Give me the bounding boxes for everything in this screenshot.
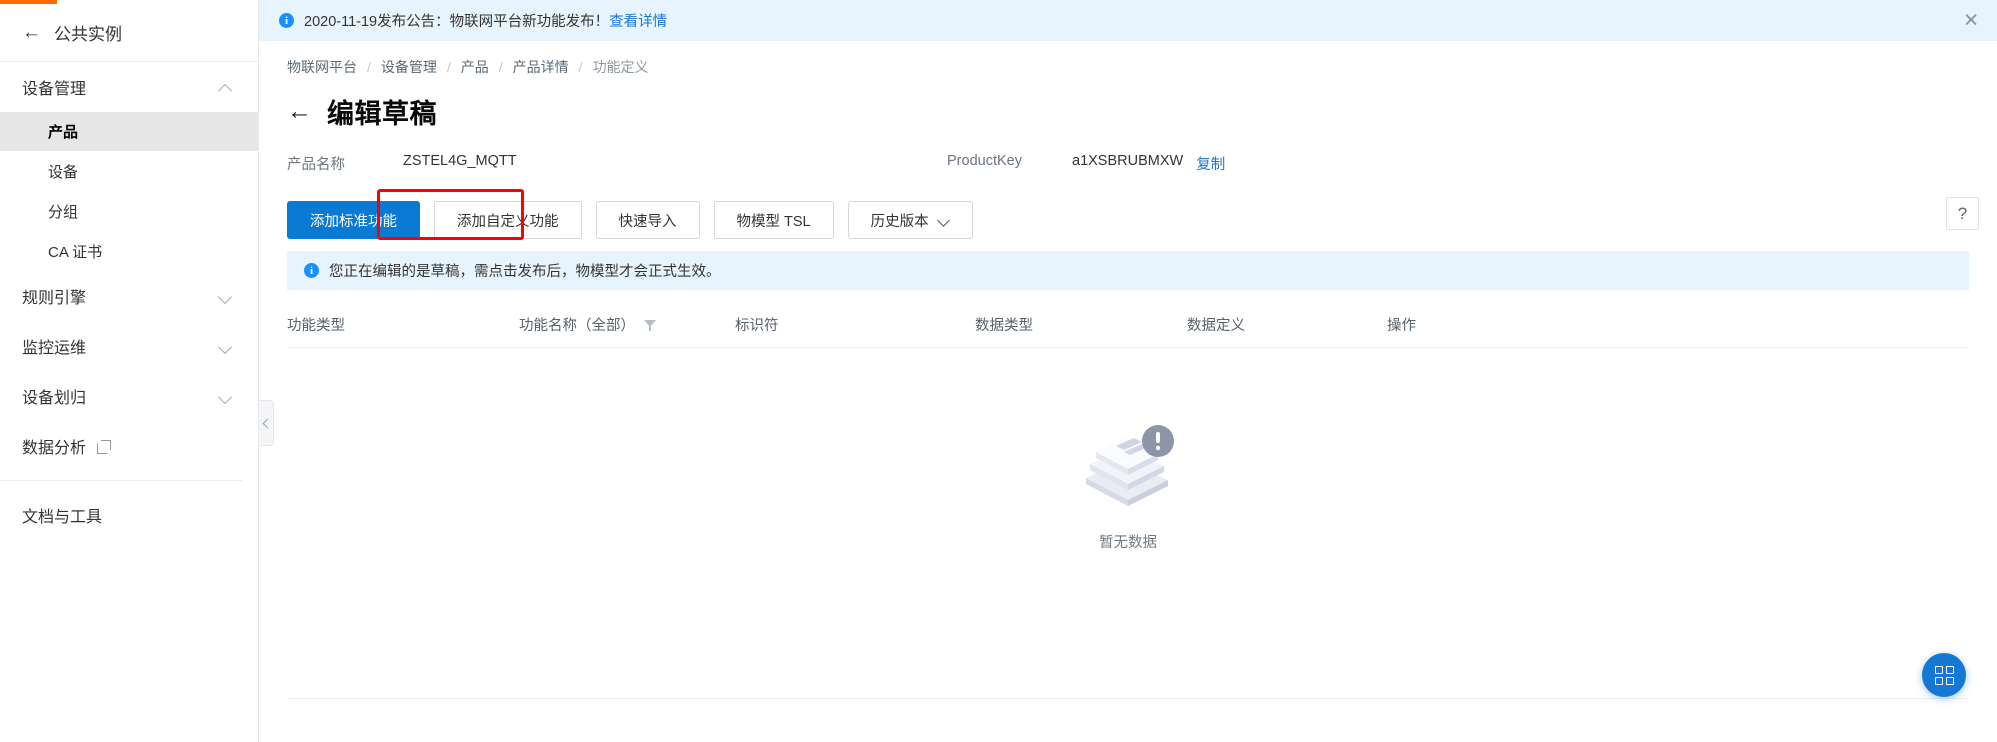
page-title: 编辑草稿: [327, 98, 437, 129]
close-icon[interactable]: ✕: [1963, 11, 1979, 30]
filter-icon[interactable]: [644, 319, 656, 331]
brand-accent-bar: [0, 0, 57, 4]
sidebar-group-rules-engine[interactable]: 规则引擎: [0, 271, 258, 321]
column-header-identifier: 标识符: [735, 318, 779, 334]
column-header-function-name-label: 功能名称（全部）: [519, 318, 635, 334]
sidebar-group-label: 监控运维: [22, 340, 87, 357]
sidebar-item-label: 设备: [48, 163, 79, 181]
sidebar-collapse-handle[interactable]: [259, 400, 274, 446]
sidebar-item-label: 文档与工具: [22, 509, 103, 526]
product-name-field: 产品名称 ZSTEL4G_MQTT: [287, 153, 947, 174]
thing-model-tsl-button[interactable]: 物模型 TSL: [713, 201, 834, 239]
sidebar-item-data-analysis[interactable]: 数据分析: [0, 421, 258, 471]
sidebar-group-label: 设备划归: [22, 390, 87, 407]
announcement-text: 2020-11-19发布公告：物联网平台新功能发布！: [304, 14, 610, 30]
breadcrumb-item-iot-platform[interactable]: 物联网平台: [287, 57, 357, 77]
column-header-data-type: 数据类型: [975, 318, 1033, 334]
page-content: 物联网平台 / 设备管理 / 产品 / 产品详情 / 功能定义 ← 编辑草稿 产…: [259, 41, 1997, 552]
main-content: i 2020-11-19发布公告：物联网平台新功能发布！ 查看详情 ✕ 物联网平…: [259, 0, 1997, 742]
chevron-down-icon: [219, 340, 232, 353]
function-table: 功能类型 功能名称（全部） 标识符 数据类型 数据定义 操作 暂无数据: [287, 302, 1969, 552]
sidebar-item-devices[interactable]: 设备: [0, 151, 258, 191]
add-custom-function-button[interactable]: 添加自定义功能: [434, 201, 582, 239]
page-back-arrow-icon[interactable]: ←: [287, 98, 312, 124]
breadcrumb-separator: /: [498, 59, 503, 75]
announcement-banner: i 2020-11-19发布公告：物联网平台新功能发布！ 查看详情 ✕: [259, 0, 1997, 41]
product-key-field: ProductKey a1XSBRUBMXW 复制: [947, 153, 1225, 174]
quick-import-button[interactable]: 快速导入: [595, 201, 700, 239]
chevron-down-icon: [219, 290, 232, 303]
no-data-illustration: [1086, 425, 1174, 506]
column-header-function-type: 功能类型: [287, 318, 345, 334]
product-meta-row: 产品名称 ZSTEL4G_MQTT ProductKey a1XSBRUBMXW…: [287, 139, 1969, 187]
sidebar-item-groups[interactable]: 分组: [0, 191, 258, 231]
history-version-dropdown[interactable]: 历史版本: [847, 201, 973, 239]
sidebar-instance-back[interactable]: ← 公共实例: [0, 4, 258, 62]
apps-launcher-fab[interactable]: [1922, 653, 1966, 697]
product-key-label: ProductKey: [947, 152, 1022, 169]
bottom-divider: [287, 698, 1969, 699]
chevron-down-icon: [219, 390, 232, 403]
help-button[interactable]: ?: [1946, 197, 1979, 230]
sidebar-item-label: CA 证书: [48, 243, 103, 261]
product-name-label: 产品名称: [287, 156, 345, 173]
breadcrumb-item-products[interactable]: 产品: [461, 57, 489, 77]
function-toolbar: 添加标准功能 添加自定义功能 快速导入 物模型 TSL 历史版本 ?: [287, 189, 1979, 245]
column-header-function-name: 功能名称（全部）: [519, 314, 735, 335]
draft-alert-text: 您正在编辑的是草稿，需点击发布后，物模型才会正式生效。: [329, 264, 721, 280]
sidebar-item-label: 产品: [48, 124, 79, 141]
arrow-left-icon: ←: [22, 22, 41, 43]
info-circle-icon: i: [279, 13, 294, 28]
sidebar-group-device-management[interactable]: 设备管理: [0, 62, 258, 112]
breadcrumb-item-function-definition: 功能定义: [592, 59, 649, 75]
breadcrumb-item-device-management[interactable]: 设备管理: [381, 57, 437, 77]
column-header-data-definition: 数据定义: [1187, 318, 1245, 334]
sidebar: ← 公共实例 设备管理 产品 设备 分组 CA 证书 规则引擎 监控运维 设备划…: [0, 0, 259, 742]
sidebar-item-label: 分组: [48, 203, 79, 221]
breadcrumb: 物联网平台 / 设备管理 / 产品 / 产品详情 / 功能定义: [287, 41, 1969, 85]
sidebar-group-device-assignment[interactable]: 设备划归: [0, 371, 258, 421]
external-link-icon: [97, 440, 112, 455]
sidebar-item-docs-tools[interactable]: 文档与工具: [0, 490, 258, 540]
draft-alert-banner: i 您正在编辑的是草稿，需点击发布后，物模型才会正式生效。: [287, 251, 1969, 290]
empty-state: 暂无数据: [287, 348, 1969, 552]
sidebar-group-label: 设备管理: [22, 81, 87, 98]
breadcrumb-separator: /: [367, 59, 371, 75]
info-circle-icon: i: [304, 263, 319, 278]
column-header-actions: 操作: [1387, 318, 1416, 334]
copy-product-key-button[interactable]: 复制: [1196, 153, 1225, 174]
add-standard-function-button[interactable]: 添加标准功能: [287, 201, 420, 239]
sidebar-item-ca-certificate[interactable]: CA 证书: [0, 231, 258, 271]
page-header: ← 编辑草稿: [287, 87, 1969, 135]
product-key-value: a1XSBRUBMXW: [1072, 152, 1184, 169]
empty-state-text: 暂无数据: [1099, 535, 1157, 551]
table-header-row: 功能类型 功能名称（全部） 标识符 数据类型 数据定义 操作: [287, 302, 1969, 348]
grid-apps-icon: [1934, 665, 1954, 685]
breadcrumb-item-product-detail[interactable]: 产品详情: [513, 57, 569, 77]
sidebar-item-label: 数据分析: [22, 440, 87, 457]
breadcrumb-separator: /: [578, 59, 583, 75]
announcement-detail-link[interactable]: 查看详情: [609, 10, 667, 31]
history-version-label: 历史版本: [870, 213, 929, 230]
sidebar-instance-label: 公共实例: [54, 25, 122, 44]
sidebar-divider: [0, 480, 242, 481]
product-name-value: ZSTEL4G_MQTT: [403, 152, 517, 169]
chevron-down-icon: [939, 215, 950, 226]
app-root: ← 公共实例 设备管理 产品 设备 分组 CA 证书 规则引擎 监控运维 设备划…: [0, 0, 1997, 742]
sidebar-group-label: 规则引擎: [22, 290, 87, 307]
sidebar-group-monitoring[interactable]: 监控运维: [0, 321, 258, 371]
breadcrumb-separator: /: [446, 59, 451, 75]
sidebar-item-products[interactable]: 产品: [0, 112, 258, 151]
chevron-up-icon: [219, 81, 232, 94]
